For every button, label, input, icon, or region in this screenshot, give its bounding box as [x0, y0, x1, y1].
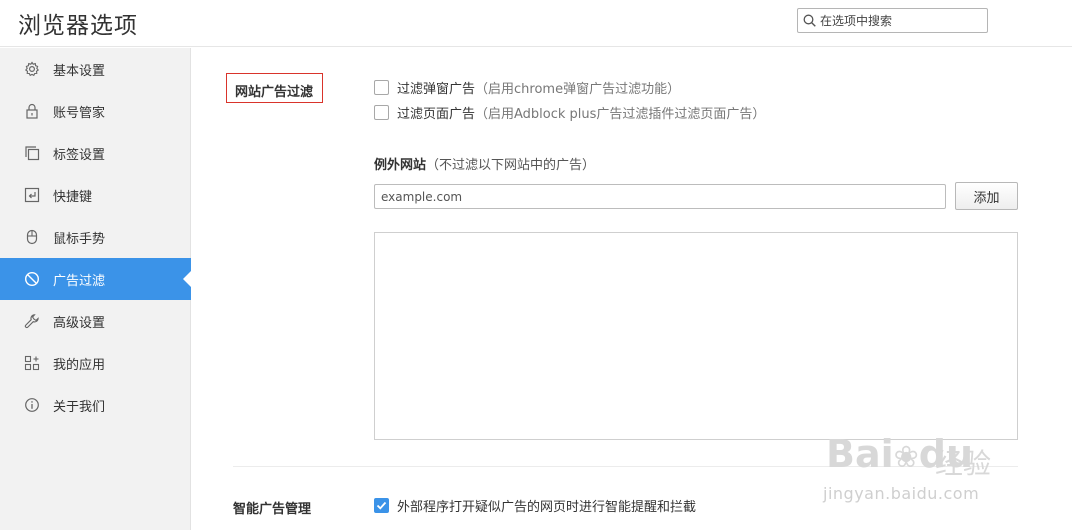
sidebar-item-label: 我的应用 — [53, 358, 106, 373]
sidebar-item-account-manager[interactable]: 账号管家 — [0, 90, 191, 132]
filter-popup-ads-checkbox[interactable] — [374, 79, 389, 95]
ad-filter-section-label: 网站广告过滤 — [226, 73, 323, 103]
sidebar-item-advanced-settings[interactable]: 高级设置 — [0, 300, 191, 342]
block-icon — [24, 271, 40, 287]
lock-icon — [26, 103, 38, 119]
filter-popup-ads-option[interactable]: 过滤弹窗广告 （启用chrome弹窗广告过滤功能） — [374, 78, 681, 97]
apps-grid-icon — [24, 355, 40, 371]
sidebar-item-label: 鼠标手势 — [53, 232, 106, 247]
sidebar-item-about-us[interactable]: 关于我们 — [0, 384, 191, 426]
sidebar-item-ad-filter[interactable]: 广告过滤 — [0, 258, 191, 300]
exception-sites-title: 例外网站 — [374, 158, 427, 173]
tabs-icon — [25, 146, 40, 161]
keyboard-key-icon — [24, 187, 40, 203]
sidebar-item-label: 标签设置 — [53, 148, 106, 163]
paw-icon: ❀ — [893, 440, 919, 475]
filter-popup-ads-label: 过滤弹窗广告 — [397, 81, 476, 97]
sidebar-item-label: 高级设置 — [53, 316, 106, 331]
filter-page-ads-checkbox[interactable] — [374, 104, 389, 120]
exception-sites-hint: （不过滤以下网站中的广告） — [426, 158, 596, 173]
sidebar-item-label: 基本设置 — [53, 64, 106, 79]
sidebar-item-basic-settings[interactable]: 基本设置 — [0, 48, 191, 90]
watermark-cn: 经验 — [935, 447, 992, 480]
filter-page-ads-option[interactable]: 过滤页面广告 （启用Adblock plus广告过滤插件过滤页面广告） — [374, 103, 766, 122]
watermark-brand-main: Bai — [826, 432, 894, 476]
add-site-button[interactable]: 添加 — [955, 182, 1018, 210]
sidebar-item-my-apps[interactable]: 我的应用 — [0, 342, 191, 384]
sidebar-item-mouse-gestures[interactable]: 鼠标手势 — [0, 216, 191, 258]
smart-ad-label: 外部程序打开疑似广告的网页时进行智能提醒和拦截 — [397, 499, 697, 515]
filter-page-ads-hint: （启用Adblock plus广告过滤插件过滤页面广告） — [475, 106, 766, 122]
checkmark-icon — [376, 501, 387, 510]
filter-popup-ads-hint: （启用chrome弹窗广告过滤功能） — [475, 81, 681, 97]
sidebar-item-shortcuts[interactable]: 快捷键 — [0, 174, 191, 216]
info-icon — [25, 398, 39, 412]
sidebar: 基本设置 账号管家 标签设置 快捷键 鼠标手势 广告过滤 高级设置 我的应用 关… — [0, 48, 191, 530]
header: 浏览器选项 — [0, 0, 1072, 47]
smart-ad-option[interactable]: 外部程序打开疑似广告的网页时进行智能提醒和拦截 — [374, 496, 697, 515]
wrench-icon — [24, 314, 39, 329]
sidebar-item-tab-settings[interactable]: 标签设置 — [0, 132, 191, 174]
smart-ad-checkbox[interactable] — [374, 497, 389, 513]
smart-ad-section-label: 智能广告管理 — [233, 502, 312, 517]
sidebar-item-label: 账号管家 — [53, 106, 106, 121]
filter-page-ads-label: 过滤页面广告 — [397, 106, 476, 122]
sidebar-item-label: 关于我们 — [53, 400, 106, 415]
mouse-icon — [26, 229, 38, 245]
sidebar-item-label: 快捷键 — [53, 190, 93, 205]
exception-site-input[interactable] — [374, 184, 946, 209]
search-box[interactable] — [797, 8, 988, 33]
page-title: 浏览器选项 — [18, 13, 138, 39]
search-icon — [803, 14, 816, 27]
sidebar-item-label: 广告过滤 — [53, 274, 106, 289]
watermark-url: jingyan.baidu.com — [823, 484, 980, 503]
gear-icon — [24, 61, 40, 77]
search-input[interactable] — [820, 10, 982, 31]
exception-sites-heading: 例外网站（不过滤以下网站中的广告） — [374, 154, 595, 173]
exception-site-list[interactable] — [374, 232, 1018, 440]
